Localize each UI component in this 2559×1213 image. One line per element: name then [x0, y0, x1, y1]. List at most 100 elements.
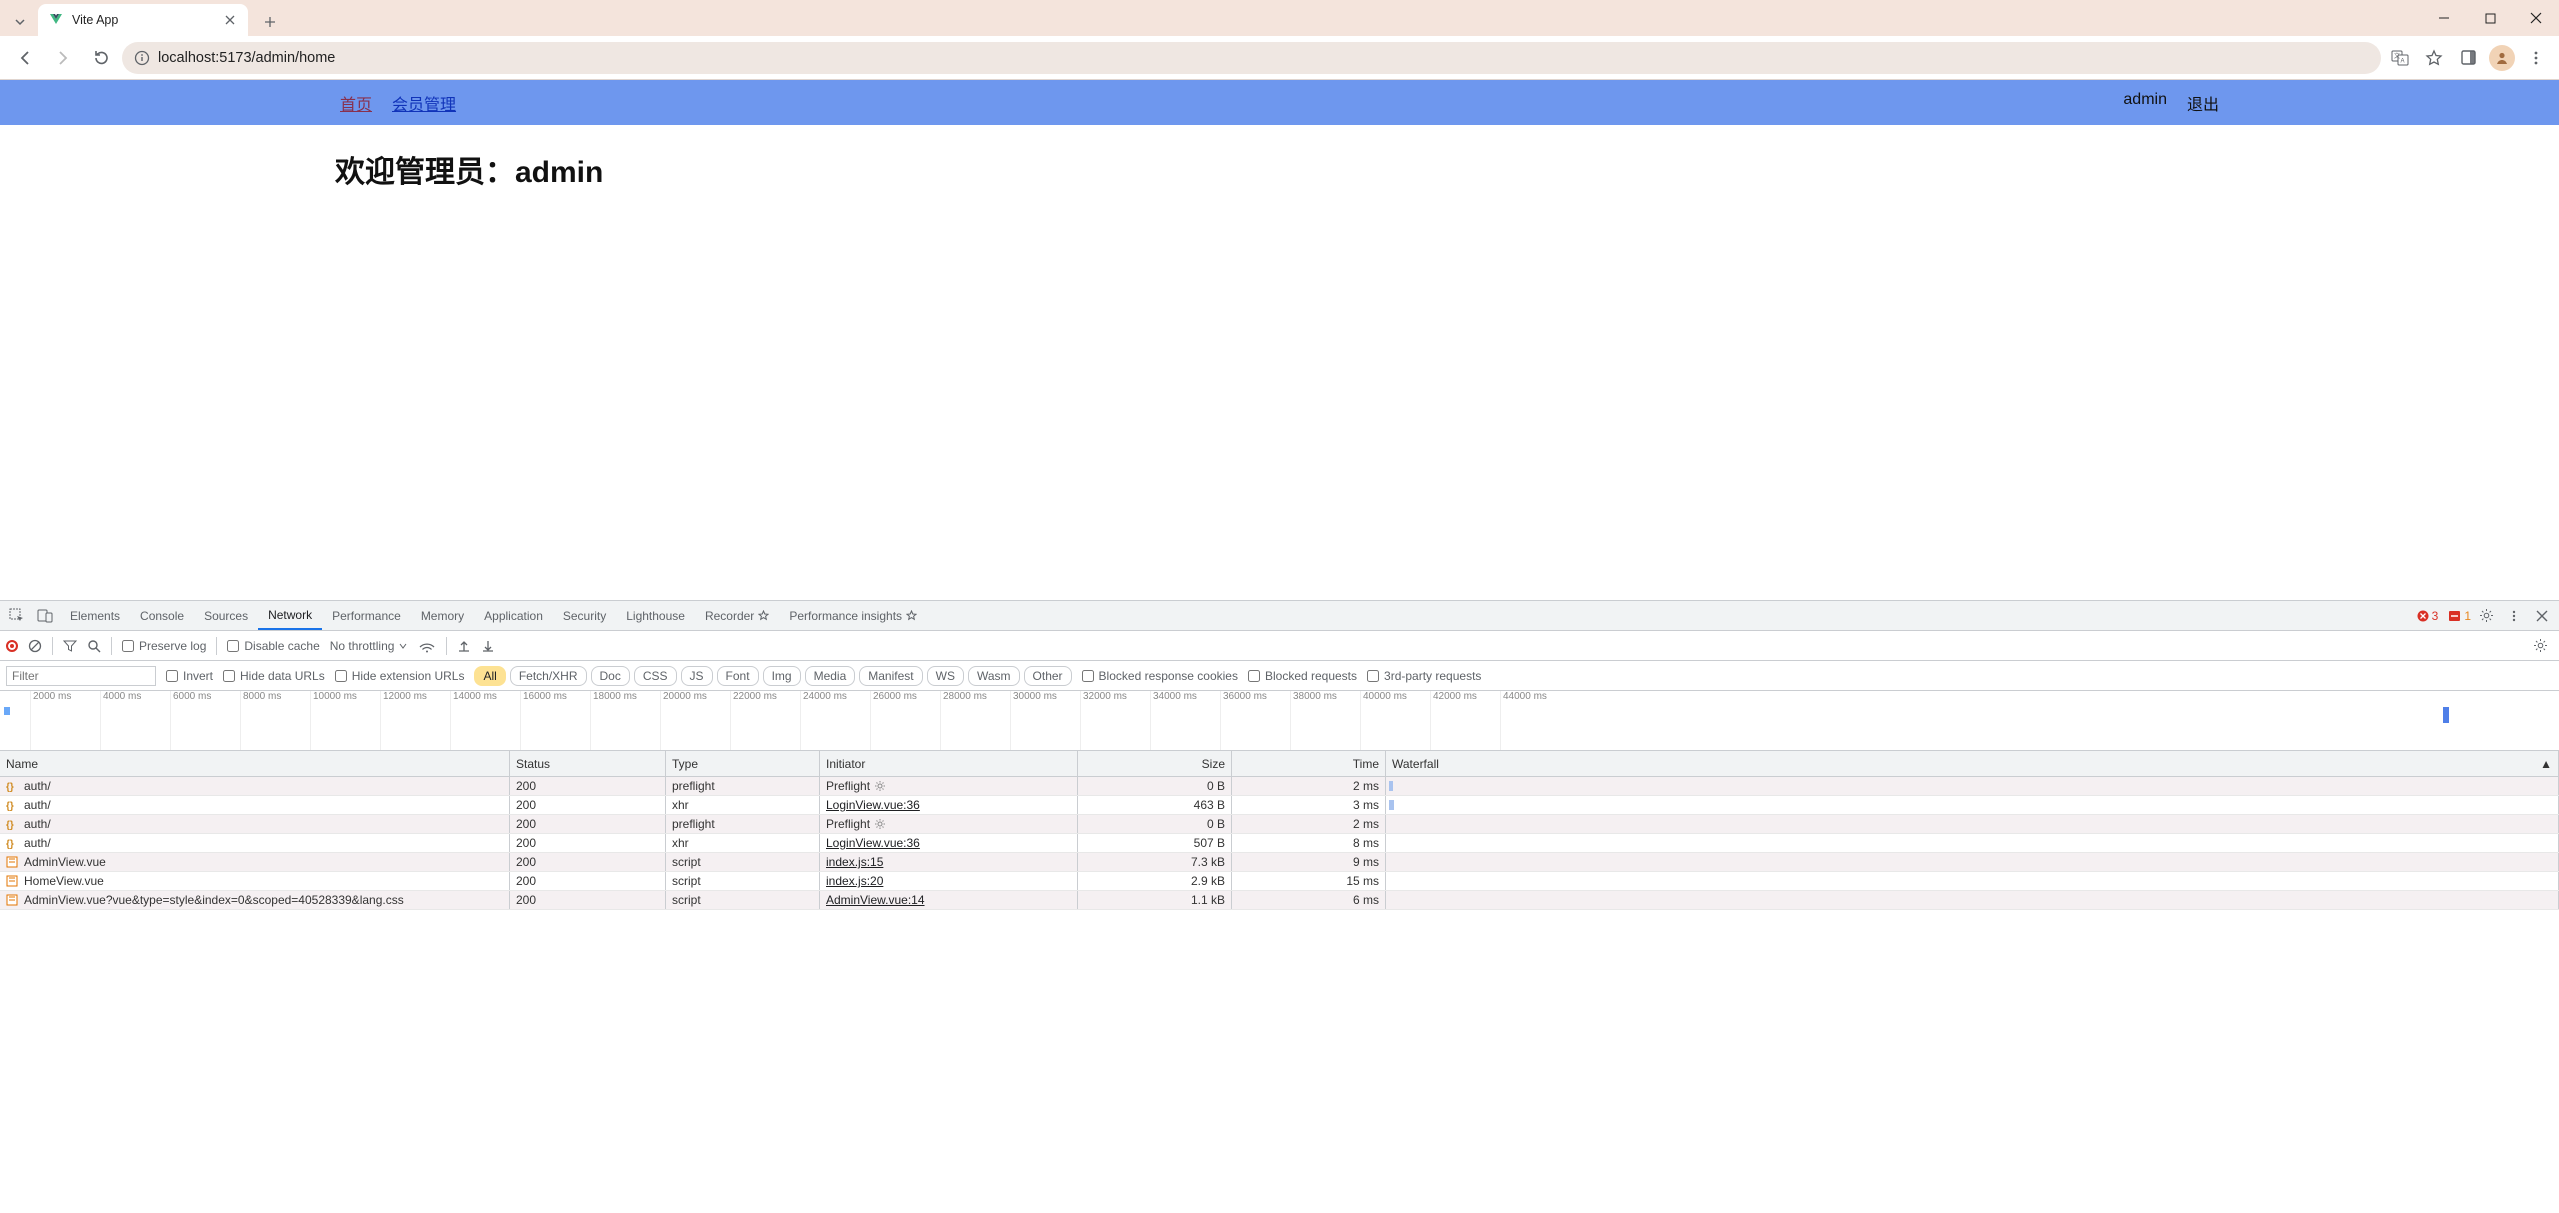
translate-icon[interactable]: 文A	[2385, 43, 2415, 73]
devtools-tab-performance-insights[interactable]: Performance insights	[779, 601, 927, 630]
devtools-settings-icon[interactable]	[2473, 603, 2499, 629]
bookmark-icon[interactable]	[2419, 43, 2449, 73]
col-time[interactable]: Time	[1232, 751, 1386, 776]
initiator-link[interactable]: index.js:15	[826, 855, 883, 869]
network-request-row[interactable]: AdminView.vue200scriptindex.js:157.3 kB9…	[0, 853, 2559, 872]
warning-count[interactable]: 1	[2448, 609, 2471, 623]
filter-input[interactable]	[6, 666, 156, 686]
devtools-tab-sources[interactable]: Sources	[194, 601, 258, 630]
network-request-row[interactable]: HomeView.vue200scriptindex.js:202.9 kB15…	[0, 872, 2559, 891]
import-har-icon[interactable]	[457, 639, 471, 653]
address-bar[interactable]	[122, 42, 2381, 74]
initiator-link[interactable]: LoginView.vue:36	[826, 836, 920, 850]
devtools-more-icon[interactable]	[2501, 603, 2527, 629]
third-party-checkbox[interactable]: 3rd-party requests	[1367, 669, 1481, 683]
initiator-link[interactable]: LoginView.vue:36	[826, 798, 920, 812]
disable-cache-checkbox[interactable]: Disable cache	[227, 639, 319, 653]
error-count[interactable]: 3	[2417, 609, 2439, 623]
filter-type-font[interactable]: Font	[717, 666, 759, 686]
network-request-row[interactable]: {}auth/200preflightPreflight0 B2 ms	[0, 777, 2559, 796]
devtools-tab-recorder[interactable]: Recorder	[695, 601, 779, 630]
blocked-cookies-checkbox[interactable]: Blocked response cookies	[1082, 669, 1238, 683]
invert-checkbox[interactable]: Invert	[166, 669, 213, 683]
device-toolbar-icon[interactable]	[32, 603, 58, 629]
network-request-row[interactable]: {}auth/200xhrLoginView.vue:36463 B3 ms	[0, 796, 2559, 815]
devtools-tab-memory[interactable]: Memory	[411, 601, 474, 630]
filter-icon[interactable]	[63, 639, 77, 653]
network-conditions-icon[interactable]	[418, 639, 436, 653]
side-panel-icon[interactable]	[2453, 43, 2483, 73]
devtools-tab-application[interactable]: Application	[474, 601, 553, 630]
filter-type-ws[interactable]: WS	[927, 666, 964, 686]
svg-text:A: A	[2401, 58, 2405, 64]
filter-type-css[interactable]: CSS	[634, 666, 677, 686]
filter-type-doc[interactable]: Doc	[591, 666, 630, 686]
request-size: 0 B	[1078, 815, 1232, 833]
record-button[interactable]	[6, 640, 18, 652]
network-request-row[interactable]: AdminView.vue?vue&type=style&index=0&sco…	[0, 891, 2559, 910]
site-info-icon[interactable]	[134, 50, 150, 66]
url-input[interactable]	[158, 50, 2369, 66]
current-user: admin	[2123, 91, 2167, 115]
throttling-select[interactable]: No throttling	[330, 639, 409, 653]
filter-type-js[interactable]: JS	[681, 666, 713, 686]
preserve-log-checkbox[interactable]: Preserve log	[122, 639, 206, 653]
reload-button[interactable]	[84, 41, 118, 75]
export-har-icon[interactable]	[481, 639, 495, 653]
hide-extension-urls-checkbox[interactable]: Hide extension URLs	[335, 669, 465, 683]
search-icon[interactable]	[87, 639, 101, 653]
network-request-row[interactable]: {}auth/200preflightPreflight0 B2 ms	[0, 815, 2559, 834]
minimize-button[interactable]	[2421, 0, 2467, 36]
filter-type-img[interactable]: Img	[763, 666, 801, 686]
devtools-tab-network[interactable]: Network	[258, 601, 322, 630]
close-window-button[interactable]	[2513, 0, 2559, 36]
nav-link-home[interactable]: 首页	[340, 91, 372, 115]
col-initiator[interactable]: Initiator	[820, 751, 1078, 776]
ruler-tick: 24000 ms	[800, 691, 847, 750]
devtools-tab-elements[interactable]: Elements	[60, 601, 130, 630]
nav-link-member[interactable]: 会员管理	[392, 91, 456, 115]
devtools-tab-performance[interactable]: Performance	[322, 601, 411, 630]
inspect-element-icon[interactable]	[4, 603, 30, 629]
col-status[interactable]: Status	[510, 751, 666, 776]
profile-avatar[interactable]	[2487, 43, 2517, 73]
col-size[interactable]: Size	[1078, 751, 1232, 776]
filter-type-manifest[interactable]: Manifest	[859, 666, 922, 686]
filter-type-wasm[interactable]: Wasm	[968, 666, 1020, 686]
request-waterfall	[1386, 853, 2559, 871]
network-timeline[interactable]: 2000 ms4000 ms6000 ms8000 ms10000 ms1200…	[0, 691, 2559, 751]
clear-button[interactable]	[28, 639, 42, 653]
initiator-link[interactable]: index.js:20	[826, 874, 883, 888]
request-initiator: Preflight	[820, 815, 1078, 833]
filter-type-fetch-xhr[interactable]: Fetch/XHR	[510, 666, 587, 686]
browser-titlebar: Vite App	[0, 0, 2559, 36]
ruler-tick: 38000 ms	[1290, 691, 1337, 750]
devtools-tab-console[interactable]: Console	[130, 601, 194, 630]
devtools-close-icon[interactable]	[2529, 603, 2555, 629]
back-button[interactable]	[8, 41, 42, 75]
request-initiator: AdminView.vue:14	[820, 891, 1078, 909]
hide-data-urls-checkbox[interactable]: Hide data URLs	[223, 669, 325, 683]
devtools-tab-lighthouse[interactable]: Lighthouse	[616, 601, 695, 630]
chrome-menu-icon[interactable]	[2521, 43, 2551, 73]
forward-button[interactable]	[46, 41, 80, 75]
network-settings-icon[interactable]	[2527, 633, 2553, 659]
filter-type-all[interactable]: All	[474, 666, 505, 686]
col-name[interactable]: Name	[0, 751, 510, 776]
blocked-requests-checkbox[interactable]: Blocked requests	[1248, 669, 1357, 683]
tab-search-dropdown[interactable]	[6, 8, 34, 36]
network-request-row[interactable]: {}auth/200xhrLoginView.vue:36507 B8 ms	[0, 834, 2559, 853]
maximize-button[interactable]	[2467, 0, 2513, 36]
filter-type-media[interactable]: Media	[805, 666, 856, 686]
filter-type-other[interactable]: Other	[1024, 666, 1072, 686]
browser-tab[interactable]: Vite App	[38, 4, 248, 36]
initiator-link[interactable]: AdminView.vue:14	[826, 893, 925, 907]
devtools-tab-security[interactable]: Security	[553, 601, 616, 630]
new-tab-button[interactable]	[256, 8, 284, 36]
logout-link[interactable]: 退出	[2187, 91, 2219, 115]
svg-text:{}: {}	[6, 801, 14, 811]
col-type[interactable]: Type	[666, 751, 820, 776]
col-waterfall[interactable]: Waterfall▲	[1386, 751, 2559, 776]
request-type: preflight	[666, 815, 820, 833]
tab-close-icon[interactable]	[222, 12, 238, 28]
